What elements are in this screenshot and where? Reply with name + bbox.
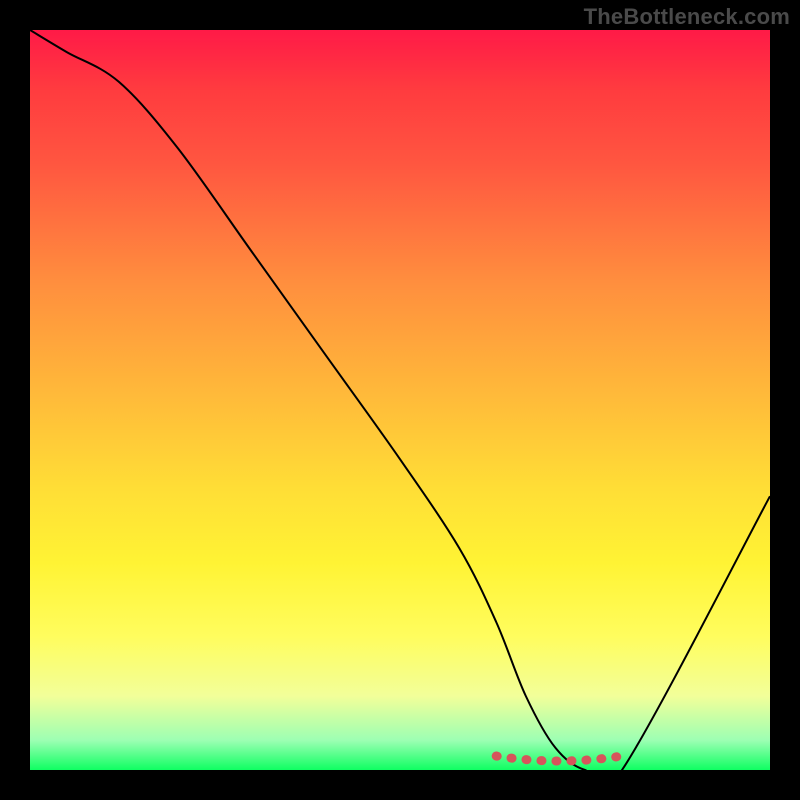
- watermark-text: TheBottleneck.com: [584, 4, 790, 30]
- chart-svg: [30, 30, 770, 770]
- plot-area: [30, 30, 770, 770]
- bottleneck-curve: [30, 30, 770, 770]
- chart-frame: TheBottleneck.com: [0, 0, 800, 800]
- optimal-range-marker: [496, 756, 622, 761]
